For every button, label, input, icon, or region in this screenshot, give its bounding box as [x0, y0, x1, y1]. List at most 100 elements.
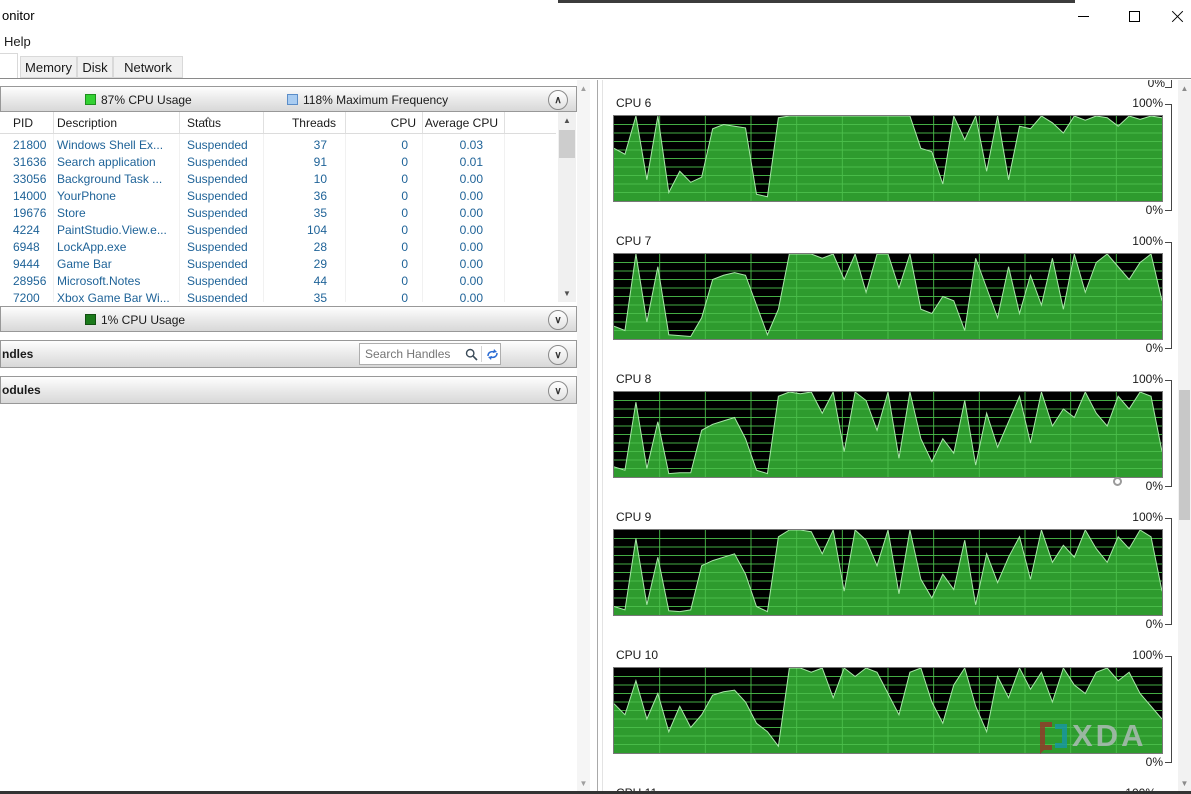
- tab-row: Memory Disk Network: [0, 53, 1191, 79]
- table-row[interactable]: 33056 Background Task ... Suspended 10 0…: [0, 171, 556, 188]
- axis-bracket: [1165, 104, 1172, 211]
- table-row[interactable]: 14000 YourPhone Suspended 36 0 0.00: [0, 188, 556, 205]
- cpu-graphs-pane: 0% CPU 11 100% CPU 6 100% 0% CPU 7 100% …: [597, 80, 1178, 792]
- table-row[interactable]: 4224 PaintStudio.View.e... Suspended 104…: [0, 222, 556, 239]
- table-row[interactable]: 19676 Store Suspended 35 0 0.00: [0, 205, 556, 222]
- search-next-icon[interactable]: [484, 346, 500, 362]
- cell-description: YourPhone: [57, 189, 116, 203]
- table-rows: 21800 Windows Shell Ex... Suspended 37 0…: [0, 137, 556, 302]
- maximize-icon: [1128, 10, 1140, 22]
- cpu-graph-title: CPU 8: [616, 372, 652, 386]
- cell-cpu: 0: [401, 223, 408, 237]
- axis-bracket: [1165, 242, 1172, 349]
- column-header-cpu[interactable]: CPU: [345, 116, 422, 130]
- cell-description: Xbox Game Bar Wi...: [57, 291, 170, 302]
- cell-threads: 91: [313, 155, 327, 169]
- column-header-status[interactable]: Status: [179, 116, 263, 130]
- cell-description: Game Bar: [57, 257, 112, 271]
- cell-cpu: 0: [401, 257, 408, 271]
- axis-min-label: 0%: [1145, 203, 1163, 217]
- right-pane-scrollbar[interactable]: ▲ ▼: [1178, 80, 1191, 792]
- cpu-usage-graph: [613, 391, 1163, 478]
- left-pane-scrollbar[interactable]: ▲ ▼: [577, 80, 590, 792]
- cpu-graph-block: CPU 8 100% 0%: [613, 372, 1172, 502]
- axis-min-label: 0%: [1145, 617, 1163, 631]
- scroll-up-icon[interactable]: ▲: [1178, 80, 1191, 97]
- column-header-threads[interactable]: Threads: [263, 116, 345, 130]
- expand-services-button[interactable]: ∨: [548, 310, 568, 330]
- cell-status: Suspended: [187, 240, 248, 254]
- cpu-graph-title: CPU 6: [616, 96, 652, 110]
- cell-pid: 21800: [13, 138, 47, 152]
- cell-threads: 10: [313, 172, 327, 186]
- services-cpu-label: 1% CPU Usage: [101, 313, 186, 327]
- axis-bracket: [1165, 380, 1172, 487]
- menu-bar: Help: [0, 30, 1191, 53]
- cell-threads: 104: [306, 223, 327, 237]
- cell-pid: 28956: [13, 274, 47, 288]
- tab-disk[interactable]: Disk: [77, 56, 113, 78]
- table-row[interactable]: 6948 LockApp.exe Suspended 28 0 0.00: [0, 239, 556, 256]
- services-section-header[interactable]: 1% CPU Usage ∨: [0, 306, 577, 332]
- search-icon[interactable]: [463, 346, 479, 362]
- cell-pid: 14000: [13, 189, 47, 203]
- content-divider: [0, 78, 1191, 79]
- cell-cpu: 0: [401, 138, 408, 152]
- table-row[interactable]: 9444 Game Bar Suspended 29 0 0.00: [0, 256, 556, 273]
- scrollbar-thumb[interactable]: [559, 130, 575, 158]
- axis-bracket: [1165, 518, 1172, 625]
- process-table-scrollbar[interactable]: ▲ ▼: [558, 112, 576, 302]
- cell-average-cpu: 0.01: [459, 155, 483, 169]
- table-header-row: PID Description Status Threads CPU Avera…: [0, 112, 556, 134]
- cell-cpu: 0: [401, 274, 408, 288]
- column-header-pid[interactable]: PID: [0, 116, 53, 130]
- cell-cpu: 0: [401, 291, 408, 302]
- cpu-graph-block: CPU 10 100% 0%: [613, 648, 1172, 778]
- tab-memory[interactable]: Memory: [20, 56, 77, 78]
- maximize-button[interactable]: [1117, 4, 1151, 28]
- processes-section-header[interactable]: 87% CPU Usage 118% Maximum Frequency ∧: [0, 86, 577, 112]
- cell-pid: 4224: [13, 223, 40, 237]
- scroll-up-icon[interactable]: ▲: [558, 112, 576, 129]
- xda-watermark: XDA: [1040, 718, 1146, 754]
- table-row[interactable]: 28956 Microsoft.Notes Suspended 44 0 0.0…: [0, 273, 556, 290]
- tab-network[interactable]: Network: [113, 56, 183, 78]
- cell-description: PaintStudio.View.e...: [57, 223, 167, 237]
- scrollbar-thumb[interactable]: [1179, 390, 1190, 520]
- axis-max-label: 100%: [1132, 372, 1163, 386]
- axis-max-label: 100%: [1132, 510, 1163, 524]
- table-row[interactable]: 7200 Xbox Game Bar Wi... Suspended 35 0 …: [0, 290, 556, 302]
- xda-left-bracket-icon: [1040, 722, 1052, 754]
- cell-description: Microsoft.Notes: [57, 274, 141, 288]
- scroll-down-icon[interactable]: ▼: [577, 775, 590, 792]
- cpu-usage-swatch: [85, 94, 96, 105]
- search-input[interactable]: [360, 345, 464, 363]
- table-row[interactable]: 31636 Search application Suspended 91 0 …: [0, 154, 556, 171]
- cell-average-cpu: 0.00: [459, 240, 483, 254]
- scroll-down-icon[interactable]: ▼: [1178, 775, 1191, 792]
- close-button[interactable]: [1160, 4, 1191, 28]
- handles-section-header[interactable]: ndles ∨: [0, 340, 577, 368]
- window-title: onitor: [2, 8, 35, 23]
- cell-status: Suspended: [187, 291, 248, 302]
- cell-average-cpu: 0.00: [459, 257, 483, 271]
- cell-threads: 35: [313, 206, 327, 220]
- chevron-down-icon: ∨: [554, 314, 562, 326]
- expand-handles-button[interactable]: ∨: [548, 345, 568, 365]
- expand-modules-button[interactable]: ∨: [548, 381, 568, 401]
- table-row[interactable]: 21800 Windows Shell Ex... Suspended 37 0…: [0, 137, 556, 154]
- minimize-button[interactable]: [1066, 4, 1100, 28]
- tab-cpu-partial[interactable]: [0, 53, 18, 78]
- cell-pid: 9444: [13, 257, 40, 271]
- scroll-down-icon[interactable]: ▼: [558, 285, 576, 302]
- column-header-description[interactable]: Description: [53, 116, 179, 130]
- process-table: PID Description Status Threads CPU Avera…: [0, 112, 556, 302]
- cell-status: Suspended: [187, 155, 248, 169]
- collapse-processes-button[interactable]: ∧: [548, 90, 568, 110]
- column-header-average-cpu[interactable]: Average CPU: [422, 116, 504, 130]
- cpu-usage-label: 87% CPU Usage: [101, 93, 192, 107]
- menu-help[interactable]: Help: [4, 34, 31, 49]
- scroll-up-icon[interactable]: ▲: [577, 80, 590, 97]
- cell-status: Suspended: [187, 206, 248, 220]
- modules-section-header[interactable]: odules ∨: [0, 376, 577, 404]
